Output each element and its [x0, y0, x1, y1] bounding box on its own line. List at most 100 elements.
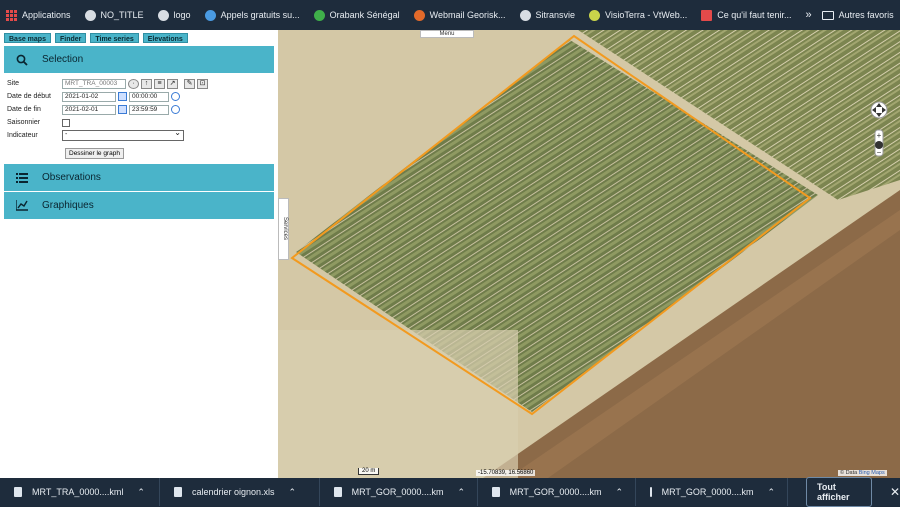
bookmark-label: Sitransvie: [535, 10, 576, 20]
bookmark-no-title[interactable]: NO_TITLE: [84, 9, 144, 21]
download-filename: MRT_GOR_0000....km: [351, 487, 444, 497]
indicator-label: Indicateur: [7, 132, 38, 139]
attribution-link[interactable]: Bing Maps: [859, 470, 885, 476]
observations-section-header[interactable]: Observations: [4, 164, 274, 192]
chart-icon: [16, 200, 28, 211]
other-bookmarks-label: Autres favoris: [838, 10, 894, 20]
close-icon[interactable]: ✕: [890, 485, 900, 499]
charts-label: Graphiques: [42, 200, 94, 211]
seasonal-checkbox[interactable]: [62, 118, 70, 127]
chevron-up-icon[interactable]: ⌃: [767, 487, 775, 498]
selection-form: Site MRT_TRA_00003 · ↑ ≡ ↗ ✎ ⊡ Date de d…: [4, 74, 274, 164]
webmail-icon: [413, 9, 425, 21]
bookmark-label: VisioTerra - VtWeb...: [605, 10, 688, 20]
download-item[interactable]: MRT_GOR_0000....km ⌃: [478, 478, 636, 506]
expand-icon[interactable]: ↗: [167, 78, 178, 89]
edit-icon[interactable]: ✎: [184, 78, 195, 89]
end-time-input[interactable]: 23:59:59: [129, 104, 169, 115]
bookmarks-overflow-button[interactable]: »: [806, 9, 812, 21]
info-icon[interactable]: ·: [128, 78, 139, 89]
coordinates-readout: -15.70839, 16.56860: [476, 470, 536, 476]
panel-tabs: Base maps Finder Time series Elevations: [0, 30, 278, 46]
tab-finder[interactable]: Finder: [54, 33, 87, 43]
calendar-icon[interactable]: [118, 105, 127, 114]
selection-label: Selection: [42, 54, 84, 65]
app-area: Menu Services + − 20 m -15.70839, 16.568…: [0, 30, 900, 478]
bookmark-label: Orabank Sénégal: [329, 10, 400, 20]
bookmark-visioterra[interactable]: VisioTerra - VtWeb...: [589, 9, 688, 21]
side-panel: Base maps Finder Time series Elevations …: [0, 30, 278, 478]
search-icon: [16, 54, 28, 66]
bookmark-webmail[interactable]: Webmail Georisk...: [413, 9, 506, 21]
bookmark-label: Ce qu'il faut tenir...: [717, 10, 792, 20]
list-icon: [16, 172, 28, 183]
start-date-input[interactable]: 2021-01-02: [62, 91, 116, 102]
map-navigation-control[interactable]: + −: [870, 98, 888, 188]
end-date-row: Date de fin 2021-02-01 23:59:59: [7, 103, 274, 116]
other-bookmarks-folder[interactable]: Autres favoris: [821, 10, 894, 20]
clock-icon[interactable]: [171, 105, 180, 114]
start-date-label: Date de début: [7, 93, 51, 100]
tab-base-maps[interactable]: Base maps: [4, 33, 51, 43]
bookmark-sitransvie[interactable]: Sitransvie: [519, 9, 576, 21]
map-attribution: © Data Bing Maps: [838, 470, 887, 476]
clock-icon[interactable]: [171, 92, 180, 101]
download-item[interactable]: MRT_TRA_0000....kml ⌃: [0, 478, 160, 506]
end-date-input[interactable]: 2021-02-01: [62, 104, 116, 115]
site-input[interactable]: MRT_TRA_00003: [62, 78, 126, 89]
bookmark-label: NO_TITLE: [100, 10, 144, 20]
calendar-icon[interactable]: [118, 92, 127, 101]
seasonal-row: Saisonnier: [7, 116, 274, 129]
bookmark-label: Applications: [22, 10, 71, 20]
bookmarks-bar: Applications NO_TITLE logo Appels gratui…: [0, 0, 900, 30]
selection-section-header[interactable]: Selection: [4, 46, 274, 74]
indicator-select[interactable]: -: [62, 128, 184, 141]
selection-polygon[interactable]: [278, 30, 900, 478]
services-tab[interactable]: Services: [278, 198, 289, 260]
skype-icon: [204, 9, 216, 21]
file-icon: [14, 487, 22, 497]
attribution-prefix: © Data: [840, 470, 858, 476]
chevron-up-icon[interactable]: ⌃: [457, 487, 465, 498]
scale-bar: 20 m: [358, 468, 380, 475]
svg-text:−: −: [877, 148, 882, 157]
menu-tab[interactable]: Menu: [420, 30, 474, 38]
tab-time-series[interactable]: Time series: [90, 33, 139, 43]
show-all-downloads-button[interactable]: Tout afficher: [806, 477, 872, 507]
bookmark-applications[interactable]: Applications: [6, 9, 71, 21]
download-item[interactable]: calendrier oignon.xls ⌃: [160, 478, 320, 506]
globe-icon: [157, 9, 169, 21]
page-icon: [701, 9, 713, 21]
chevron-up-icon[interactable]: ⌃: [615, 487, 623, 498]
file-icon: [492, 487, 500, 497]
bookmark-logo[interactable]: logo: [157, 9, 191, 21]
chevron-up-icon[interactable]: ⌃: [289, 487, 297, 498]
download-item[interactable]: MRT_GOR_0000....km ⌃: [636, 478, 788, 506]
orabank-icon: [313, 9, 325, 21]
upload-icon[interactable]: ↑: [141, 78, 152, 89]
end-date-label: Date de fin: [7, 106, 41, 113]
map-view[interactable]: [278, 30, 900, 478]
bookmark-label: Appels gratuits su...: [220, 10, 300, 20]
bookmark-ce-qu-il-faut[interactable]: Ce qu'il faut tenir...: [701, 9, 792, 21]
bookmark-label: logo: [173, 10, 191, 20]
visioterra-icon: [589, 9, 601, 21]
list-icon[interactable]: ≡: [154, 78, 165, 89]
observations-label: Observations: [42, 172, 101, 183]
chevron-up-icon[interactable]: ⌃: [137, 487, 145, 498]
zoom-to-icon[interactable]: ⊡: [197, 78, 208, 89]
tab-elevations[interactable]: Elevations: [142, 33, 188, 43]
charts-section-header[interactable]: Graphiques: [4, 192, 274, 220]
file-icon: [650, 487, 652, 497]
start-time-input[interactable]: 00:00:00: [129, 91, 169, 102]
downloads-bar: MRT_TRA_0000....kml ⌃ calendrier oignon.…: [0, 477, 900, 507]
draw-graph-button[interactable]: Dessiner le graph: [65, 148, 124, 159]
download-filename: MRT_TRA_0000....kml: [32, 487, 124, 497]
download-item[interactable]: MRT_GOR_0000....km ⌃: [320, 478, 478, 506]
svg-text:+: +: [877, 131, 882, 140]
bookmark-appels-gratuits[interactable]: Appels gratuits su...: [204, 9, 300, 21]
seasonal-label: Saisonnier: [7, 119, 41, 126]
file-icon: [334, 487, 342, 497]
globe-icon: [84, 9, 96, 21]
bookmark-orabank[interactable]: Orabank Sénégal: [313, 9, 400, 21]
